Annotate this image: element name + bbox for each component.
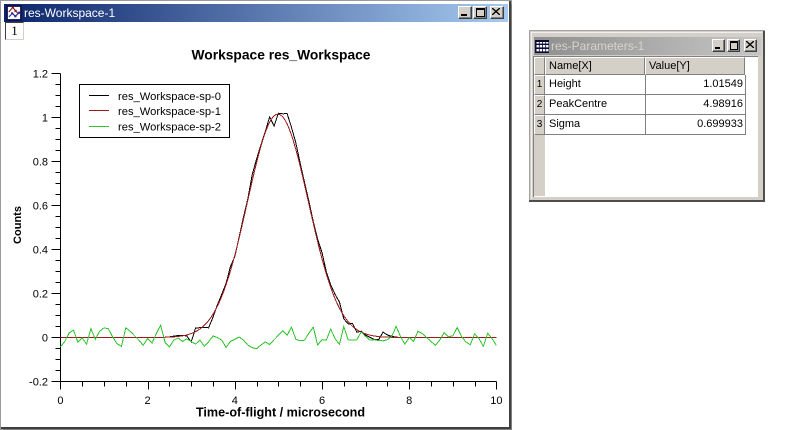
svg-text:0.8: 0.8: [33, 157, 48, 169]
svg-text:0.4: 0.4: [33, 245, 48, 257]
svg-text:0.2: 0.2: [33, 289, 48, 301]
svg-text:0.6: 0.6: [33, 201, 48, 213]
svg-text:Time-of-flight / microsecond: Time-of-flight / microsecond: [196, 406, 365, 420]
svg-text:0: 0: [57, 395, 63, 407]
svg-text:res_Workspace-sp-1: res_Workspace-sp-1: [118, 106, 221, 118]
svg-text:Workspace res_Workspace: Workspace res_Workspace: [192, 48, 371, 63]
svg-text:8: 8: [406, 395, 412, 407]
svg-text:-0.2: -0.2: [29, 377, 48, 389]
svg-text:10: 10: [490, 395, 502, 407]
svg-text:res_Workspace-sp-0: res_Workspace-sp-0: [118, 91, 221, 103]
svg-text:1.2: 1.2: [33, 69, 48, 81]
svg-text:1: 1: [42, 113, 48, 125]
svg-text:0: 0: [42, 333, 48, 345]
svg-text:2: 2: [145, 395, 151, 407]
svg-text:Counts: Counts: [12, 206, 24, 244]
svg-text:res_Workspace-sp-2: res_Workspace-sp-2: [118, 122, 221, 134]
